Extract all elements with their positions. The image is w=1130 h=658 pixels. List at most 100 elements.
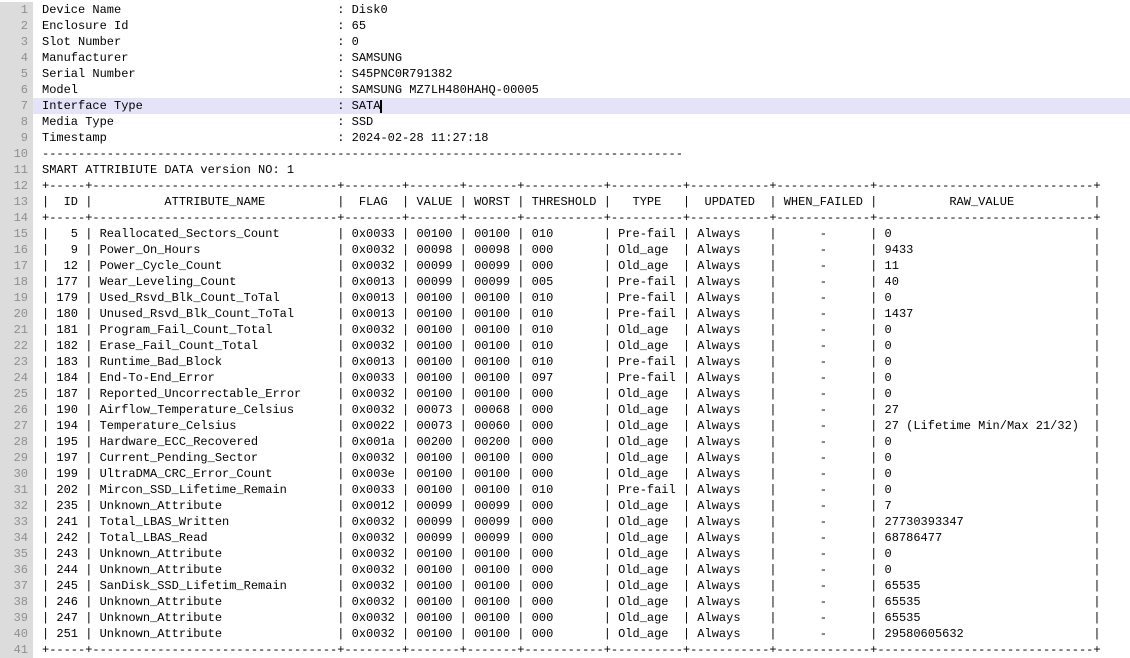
editor-line-text[interactable]: | 247 | Unknown_Attribute | 0x0032 | 001…: [33, 610, 1130, 626]
editor-line: 7Interface Type : SATA: [0, 98, 1130, 114]
editor-line: 36| 244 | Unknown_Attribute | 0x0032 | 0…: [0, 562, 1130, 578]
editor-line-text[interactable]: | 202 | Mircon_SSD_Lifetime_Remain | 0x0…: [33, 482, 1130, 498]
editor-line-text[interactable]: Slot Number : 0: [33, 34, 1130, 50]
line-number: 3: [0, 34, 33, 50]
editor-line: 16| 9 | Power_On_Hours | 0x0032 | 00098 …: [0, 242, 1130, 258]
text-cursor: [380, 100, 382, 113]
line-number: 9: [0, 130, 33, 146]
line-number: 15: [0, 226, 33, 242]
editor-line-text[interactable]: | 241 | Total_LBAS_Written | 0x0032 | 00…: [33, 514, 1130, 530]
editor-line: 39| 247 | Unknown_Attribute | 0x0032 | 0…: [0, 610, 1130, 626]
editor-line: 13| ID | ATTRIBUTE_NAME | FLAG | VALUE |…: [0, 194, 1130, 210]
line-number: 16: [0, 242, 33, 258]
text-editor[interactable]: 1Device Name : Disk02Enclosure Id : 653S…: [0, 0, 1130, 658]
editor-line: 20| 180 | Unused_Rsvd_Blk_Count_ToTal | …: [0, 306, 1130, 322]
editor-line-text[interactable]: | 12 | Power_Cycle_Count | 0x0032 | 0009…: [33, 258, 1130, 274]
editor-line-text[interactable]: | 235 | Unknown_Attribute | 0x0012 | 000…: [33, 498, 1130, 514]
editor-line: 38| 246 | Unknown_Attribute | 0x0032 | 0…: [0, 594, 1130, 610]
line-number: 37: [0, 578, 33, 594]
editor-line: 14+-----+-------------------------------…: [0, 210, 1130, 226]
line-number: 41: [0, 642, 33, 658]
line-number: 2: [0, 18, 33, 34]
editor-line-text[interactable]: | 187 | Reported_Uncorrectable_Error | 0…: [33, 386, 1130, 402]
editor-line-text[interactable]: | 190 | Airflow_Temperature_Celsius | 0x…: [33, 402, 1130, 418]
line-number: 38: [0, 594, 33, 610]
editor-line: 1Device Name : Disk0: [0, 2, 1130, 18]
editor-line: 18| 177 | Wear_Leveling_Count | 0x0013 |…: [0, 274, 1130, 290]
editor-line-text[interactable]: | 195 | Hardware_ECC_Recovered | 0x001a …: [33, 434, 1130, 450]
editor-line-text[interactable]: | ID | ATTRIBUTE_NAME | FLAG | VALUE | W…: [33, 194, 1130, 210]
editor-line: 29| 197 | Current_Pending_Sector | 0x003…: [0, 450, 1130, 466]
editor-line-text[interactable]: Timestamp : 2024-02-28 11:27:18: [33, 130, 1130, 146]
editor-line-text[interactable]: | 245 | SanDisk_SSD_Lifetim_Remain | 0x0…: [33, 578, 1130, 594]
editor-line: 2Enclosure Id : 65: [0, 18, 1130, 34]
line-number: 30: [0, 466, 33, 482]
editor-line: 11SMART ATTRIBIUTE DATA version NO: 1: [0, 162, 1130, 178]
editor-line-text[interactable]: | 184 | End-To-End_Error | 0x0033 | 0010…: [33, 370, 1130, 386]
editor-line-text[interactable]: Enclosure Id : 65: [33, 18, 1130, 34]
editor-line-text[interactable]: | 183 | Runtime_Bad_Block | 0x0013 | 001…: [33, 354, 1130, 370]
editor-line-text[interactable]: | 181 | Program_Fail_Count_Total | 0x003…: [33, 322, 1130, 338]
line-number: 28: [0, 434, 33, 450]
editor-line-text[interactable]: | 197 | Current_Pending_Sector | 0x0032 …: [33, 450, 1130, 466]
editor-line-text[interactable]: | 179 | Used_Rsvd_Blk_Count_ToTal | 0x00…: [33, 290, 1130, 306]
line-number: 4: [0, 50, 33, 66]
editor-line: 31| 202 | Mircon_SSD_Lifetime_Remain | 0…: [0, 482, 1130, 498]
editor-line-text[interactable]: SMART ATTRIBIUTE DATA version NO: 1: [33, 162, 1130, 178]
line-number: 20: [0, 306, 33, 322]
line-number: 25: [0, 386, 33, 402]
line-number: 33: [0, 514, 33, 530]
editor-line-text[interactable]: | 182 | Erase_Fail_Count_Total | 0x0032 …: [33, 338, 1130, 354]
editor-line-text[interactable]: | 244 | Unknown_Attribute | 0x0032 | 001…: [33, 562, 1130, 578]
line-number: 8: [0, 114, 33, 130]
editor-line: 23| 183 | Runtime_Bad_Block | 0x0013 | 0…: [0, 354, 1130, 370]
line-number: 11: [0, 162, 33, 178]
editor-line-text[interactable]: Model : SAMSUNG MZ7LH480HAHQ-00005: [33, 82, 1130, 98]
editor-line-text[interactable]: Media Type : SSD: [33, 114, 1130, 130]
editor-line-text[interactable]: | 9 | Power_On_Hours | 0x0032 | 00098 | …: [33, 242, 1130, 258]
line-number: 34: [0, 530, 33, 546]
line-number: 27: [0, 418, 33, 434]
editor-line-text[interactable]: ----------------------------------------…: [33, 146, 1130, 162]
editor-line: 15| 5 | Reallocated_Sectors_Count | 0x00…: [0, 226, 1130, 242]
editor-line-text[interactable]: Serial Number : S45PNC0R791382: [33, 66, 1130, 82]
line-number: 36: [0, 562, 33, 578]
editor-line-text[interactable]: | 177 | Wear_Leveling_Count | 0x0013 | 0…: [33, 274, 1130, 290]
editor-line-text[interactable]: +-----+---------------------------------…: [33, 642, 1130, 658]
editor-line-text[interactable]: | 251 | Unknown_Attribute | 0x0032 | 001…: [33, 626, 1130, 642]
line-number: 13: [0, 194, 33, 210]
editor-line: 6Model : SAMSUNG MZ7LH480HAHQ-00005: [0, 82, 1130, 98]
editor-line: 40| 251 | Unknown_Attribute | 0x0032 | 0…: [0, 626, 1130, 642]
editor-line: 4Manufacturer : SAMSUNG: [0, 50, 1130, 66]
editor-line: 3Slot Number : 0: [0, 34, 1130, 50]
line-number: 14: [0, 210, 33, 226]
line-number: 40: [0, 626, 33, 642]
line-number: 7: [0, 98, 33, 114]
line-number: 5: [0, 66, 33, 82]
editor-line-text[interactable]: | 199 | UltraDMA_CRC_Error_Count | 0x003…: [33, 466, 1130, 482]
line-number: 19: [0, 290, 33, 306]
editor-line-text[interactable]: | 246 | Unknown_Attribute | 0x0032 | 001…: [33, 594, 1130, 610]
editor-line-text[interactable]: | 180 | Unused_Rsvd_Blk_Count_ToTal | 0x…: [33, 306, 1130, 322]
editor-line: 5Serial Number : S45PNC0R791382: [0, 66, 1130, 82]
line-number: 17: [0, 258, 33, 274]
editor-line: 41+-----+-------------------------------…: [0, 642, 1130, 658]
editor-line: 10--------------------------------------…: [0, 146, 1130, 162]
line-number: 29: [0, 450, 33, 466]
editor-line-text[interactable]: Interface Type : SATA: [33, 98, 1130, 114]
editor-line-text[interactable]: +-----+---------------------------------…: [33, 178, 1130, 194]
editor-line: 21| 181 | Program_Fail_Count_Total | 0x0…: [0, 322, 1130, 338]
editor-line-text[interactable]: | 194 | Temperature_Celsius | 0x0022 | 0…: [33, 418, 1130, 434]
editor-line-text[interactable]: | 243 | Unknown_Attribute | 0x0032 | 001…: [33, 546, 1130, 562]
editor-line-text[interactable]: Device Name : Disk0: [33, 2, 1130, 18]
editor-line: 19| 179 | Used_Rsvd_Blk_Count_ToTal | 0x…: [0, 290, 1130, 306]
editor-line-text[interactable]: Manufacturer : SAMSUNG: [33, 50, 1130, 66]
editor-line-text[interactable]: | 242 | Total_LBAS_Read | 0x0032 | 00099…: [33, 530, 1130, 546]
line-number: 22: [0, 338, 33, 354]
editor-line: 27| 194 | Temperature_Celsius | 0x0022 |…: [0, 418, 1130, 434]
line-number: 23: [0, 354, 33, 370]
editor-line-text[interactable]: | 5 | Reallocated_Sectors_Count | 0x0033…: [33, 226, 1130, 242]
editor-line: 25| 187 | Reported_Uncorrectable_Error |…: [0, 386, 1130, 402]
line-number: 12: [0, 178, 33, 194]
editor-line-text[interactable]: +-----+---------------------------------…: [33, 210, 1130, 226]
